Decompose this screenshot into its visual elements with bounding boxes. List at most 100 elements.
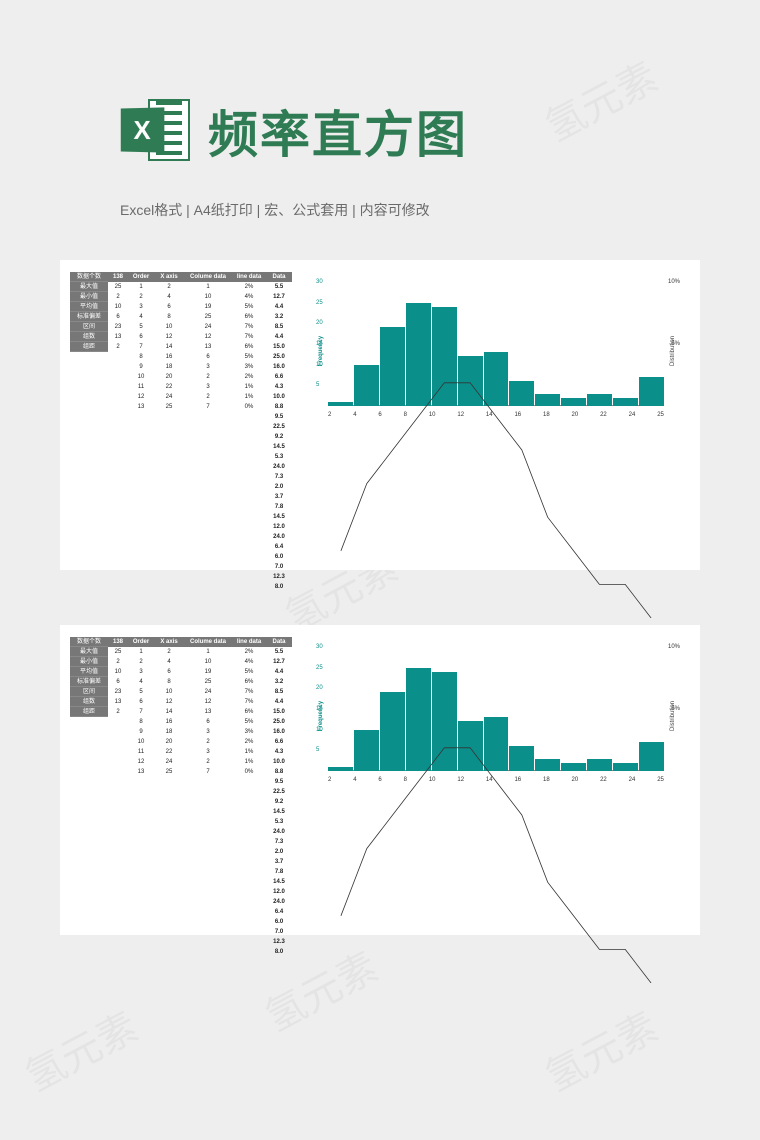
table-cell: 12.0 (266, 522, 292, 532)
y-tick-right: 10% (668, 279, 680, 285)
table-cell: 3% (232, 362, 266, 372)
plot-area (328, 647, 664, 771)
stat-label: 标准偏差 (70, 677, 108, 687)
stat-value-column: 13825210623132 (108, 272, 128, 558)
y-tick-left: 5 (316, 747, 319, 753)
table-cell: 22.5 (266, 422, 292, 432)
table-cell: 7 (128, 342, 154, 352)
table-cell: 10 (108, 667, 128, 677)
table-cell: 12.3 (266, 937, 292, 947)
stat-label-column: 数据个数最大值最小值平均值标准偏差区间组数组距 (70, 272, 108, 558)
table-cell: 3% (232, 727, 266, 737)
table-cell: 10 (184, 657, 232, 667)
table-cell: 25 (154, 402, 184, 412)
table-cell: 5 (128, 687, 154, 697)
table-cell: 9.5 (266, 412, 292, 422)
x-tick: 10 (429, 777, 436, 783)
table-cell: 7% (232, 322, 266, 332)
x-axis-ticks: 2468101214161820222425 (328, 412, 664, 418)
table-cell: 23 (108, 687, 128, 697)
x-tick: 6 (378, 777, 381, 783)
column-header: X axis (154, 637, 184, 647)
table-cell: 7.3 (266, 837, 292, 847)
table-cell: 18 (154, 362, 184, 372)
table-cell: 23 (108, 322, 128, 332)
table-cell: 2 (128, 292, 154, 302)
table-cell: 1 (184, 282, 232, 292)
x-tick: 20 (572, 777, 579, 783)
table-cell: 6.6 (266, 372, 292, 382)
x-tick: 16 (514, 412, 521, 418)
table-cell: 4.4 (266, 332, 292, 342)
table-cell: 3 (184, 747, 232, 757)
column-header: 138 (108, 637, 128, 647)
table-cell: 8.5 (266, 687, 292, 697)
table-cell: 10 (184, 292, 232, 302)
table-cell: 25.0 (266, 352, 292, 362)
x-tick: 2 (328, 777, 331, 783)
table-cell: 12.0 (266, 887, 292, 897)
table-cell: 0% (232, 767, 266, 777)
watermark: 氢元素 (533, 995, 666, 1103)
table-cell: 3.2 (266, 677, 292, 687)
stat-label: 组距 (70, 342, 108, 352)
excel-icon-letter: X (121, 107, 165, 152)
table-cell: 10 (128, 737, 154, 747)
table-cell: 15.0 (266, 342, 292, 352)
table-cell: 18 (154, 727, 184, 737)
table-cell: 8.8 (266, 767, 292, 777)
table-cell: 4.3 (266, 747, 292, 757)
table-cell: 13 (184, 342, 232, 352)
x-axis-ticks: 2468101214161820222425 (328, 777, 664, 783)
table-cell: 6.4 (266, 907, 292, 917)
table-cell: 7 (184, 767, 232, 777)
y-tick-left: 25 (316, 665, 323, 671)
table-cell: 16 (154, 352, 184, 362)
table-cell: 2 (154, 647, 184, 657)
data-column: Data5.512.74.43.28.54.415.025.016.06.64.… (266, 272, 292, 558)
column-data-column: Colume data1101925241213632327 (184, 637, 232, 923)
stat-label-column: 数据个数最大值最小值平均值标准偏差区间组数组距 (70, 637, 108, 923)
table-cell: 8 (154, 312, 184, 322)
table-cell: 14.5 (266, 512, 292, 522)
x-tick: 25 (657, 777, 664, 783)
table-cell: 9 (128, 362, 154, 372)
table-cell: 6 (108, 677, 128, 687)
table-cell: 1% (232, 747, 266, 757)
stat-label: 区间 (70, 687, 108, 697)
column-header: Data (266, 272, 292, 282)
table-cell: 6% (232, 342, 266, 352)
order-column: Order12345678910111213 (128, 637, 154, 923)
table-cell: 1% (232, 757, 266, 767)
table-cell: 3.7 (266, 857, 292, 867)
x-tick: 24 (629, 412, 636, 418)
table-cell: 7.8 (266, 867, 292, 877)
data-table: 数据个数最大值最小值平均值标准偏差区间组数组距 13825210623132 O… (70, 272, 292, 558)
table-cell: 14.5 (266, 807, 292, 817)
x-tick: 22 (600, 412, 607, 418)
y-tick-left: 30 (316, 279, 323, 285)
column-header: Order (128, 637, 154, 647)
table-cell: 6 (154, 667, 184, 677)
table-cell: 2 (108, 657, 128, 667)
y-axis-label-right: Distribution (670, 701, 676, 731)
y-axis-label-left: Frequency (318, 701, 324, 731)
table-cell: 10 (108, 302, 128, 312)
table-cell: 7 (128, 707, 154, 717)
table-cell: 2 (184, 737, 232, 747)
table-cell: 2.0 (266, 482, 292, 492)
table-cell: 6 (108, 312, 128, 322)
x-tick: 14 (486, 777, 493, 783)
stat-value-column: 13825210623132 (108, 637, 128, 923)
table-cell: 5% (232, 302, 266, 312)
table-cell: 0% (232, 402, 266, 412)
table-cell: 7.8 (266, 502, 292, 512)
table-cell: 6% (232, 707, 266, 717)
table-cell: 4 (128, 677, 154, 687)
table-cell: 6 (154, 302, 184, 312)
stat-label: 标准偏差 (70, 312, 108, 322)
watermark: 氢元素 (533, 45, 666, 153)
x-tick: 12 (457, 777, 464, 783)
table-cell: 2 (108, 342, 128, 352)
table-cell: 13 (128, 767, 154, 777)
